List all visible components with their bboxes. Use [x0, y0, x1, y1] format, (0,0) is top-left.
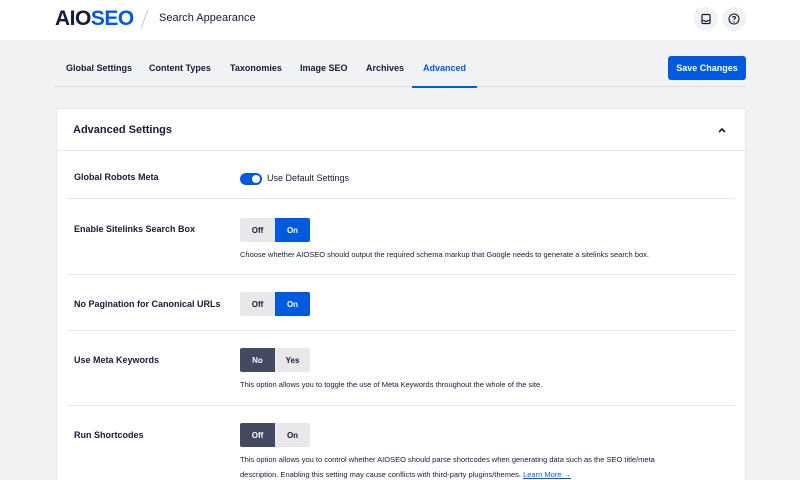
notifications-button[interactable] — [694, 7, 718, 31]
meta-keywords-segmented-control: No Yes — [240, 348, 310, 372]
learn-more-link[interactable]: Learn More → — [523, 470, 571, 479]
off-option[interactable]: Off — [240, 423, 275, 447]
off-option[interactable]: Off — [240, 218, 275, 242]
yes-option[interactable]: Yes — [275, 348, 310, 372]
setting-label: Use Meta Keywords — [74, 355, 160, 365]
tab-image-seo[interactable]: Image SEO — [300, 40, 348, 87]
logo-text-aio: AIO — [55, 7, 91, 30]
setting-label: Enable Sitelinks Search Box — [74, 224, 196, 234]
setting-description: Choose whether AIOSEO should output the … — [240, 250, 649, 259]
help-icon — [728, 13, 740, 25]
off-option[interactable]: Off — [240, 292, 275, 316]
on-option[interactable]: On — [275, 292, 310, 316]
setting-label: Global Robots Meta — [74, 172, 159, 182]
help-button[interactable] — [722, 7, 746, 31]
save-changes-button[interactable]: Save Changes — [668, 56, 746, 80]
on-option[interactable]: On — [275, 423, 310, 447]
on-option[interactable]: On — [275, 218, 310, 242]
tab-bar: Global Settings Content Types Taxonomies… — [55, 40, 745, 88]
setting-row-pagination: No Pagination for Canonical URLs Off On — [67, 275, 735, 331]
setting-description: This option allows you to control whethe… — [240, 452, 730, 480]
no-option[interactable]: No — [240, 348, 275, 372]
inbox-icon — [701, 13, 711, 25]
description-text: description. Enabling this setting may c… — [240, 470, 521, 479]
setting-description: This option allows you to toggle the use… — [240, 380, 543, 389]
tab-advanced[interactable]: Advanced — [411, 40, 478, 88]
tab-content-types[interactable]: Content Types — [149, 40, 211, 87]
description-line-2: description. Enabling this setting may c… — [240, 467, 730, 480]
aioseo-logo[interactable]: AIOSEO — [55, 7, 134, 31]
card-title: Advanced Settings — [73, 124, 173, 136]
top-header: AIOSEO Search Appearance — [0, 0, 800, 40]
header-divider — [140, 10, 149, 28]
logo-text-seo: SEO — [90, 7, 134, 30]
tab-taxonomies[interactable]: Taxonomies — [230, 40, 282, 87]
pagination-segmented-control: Off On — [240, 292, 310, 316]
tab-archives[interactable]: Archives — [366, 40, 404, 87]
description-line-1: This option allows you to control whethe… — [240, 455, 655, 464]
setting-row-meta-keywords: Use Meta Keywords No Yes This option all… — [67, 331, 735, 406]
setting-row-global-robots: Global Robots Meta Use Default Settings — [67, 157, 735, 199]
setting-label: Run Shortcodes — [74, 430, 144, 440]
use-default-settings-toggle[interactable] — [240, 173, 262, 185]
setting-row-shortcodes: Run Shortcodes Off On This option allows… — [67, 406, 735, 480]
advanced-settings-card: Advanced Settings Global Robots Meta Use… — [56, 108, 746, 480]
card-header[interactable]: Advanced Settings — [57, 109, 745, 151]
sitelinks-segmented-control: Off On — [240, 218, 310, 242]
tab-global-settings[interactable]: Global Settings — [66, 40, 132, 87]
shortcodes-segmented-control: Off On — [240, 423, 310, 447]
chevron-up-icon[interactable] — [717, 126, 727, 134]
setting-label: No Pagination for Canonical URLs — [74, 299, 221, 309]
setting-row-sitelinks: Enable Sitelinks Search Box Off On Choos… — [67, 199, 735, 275]
toggle-label: Use Default Settings — [267, 173, 350, 183]
page-title: Search Appearance — [159, 12, 256, 24]
